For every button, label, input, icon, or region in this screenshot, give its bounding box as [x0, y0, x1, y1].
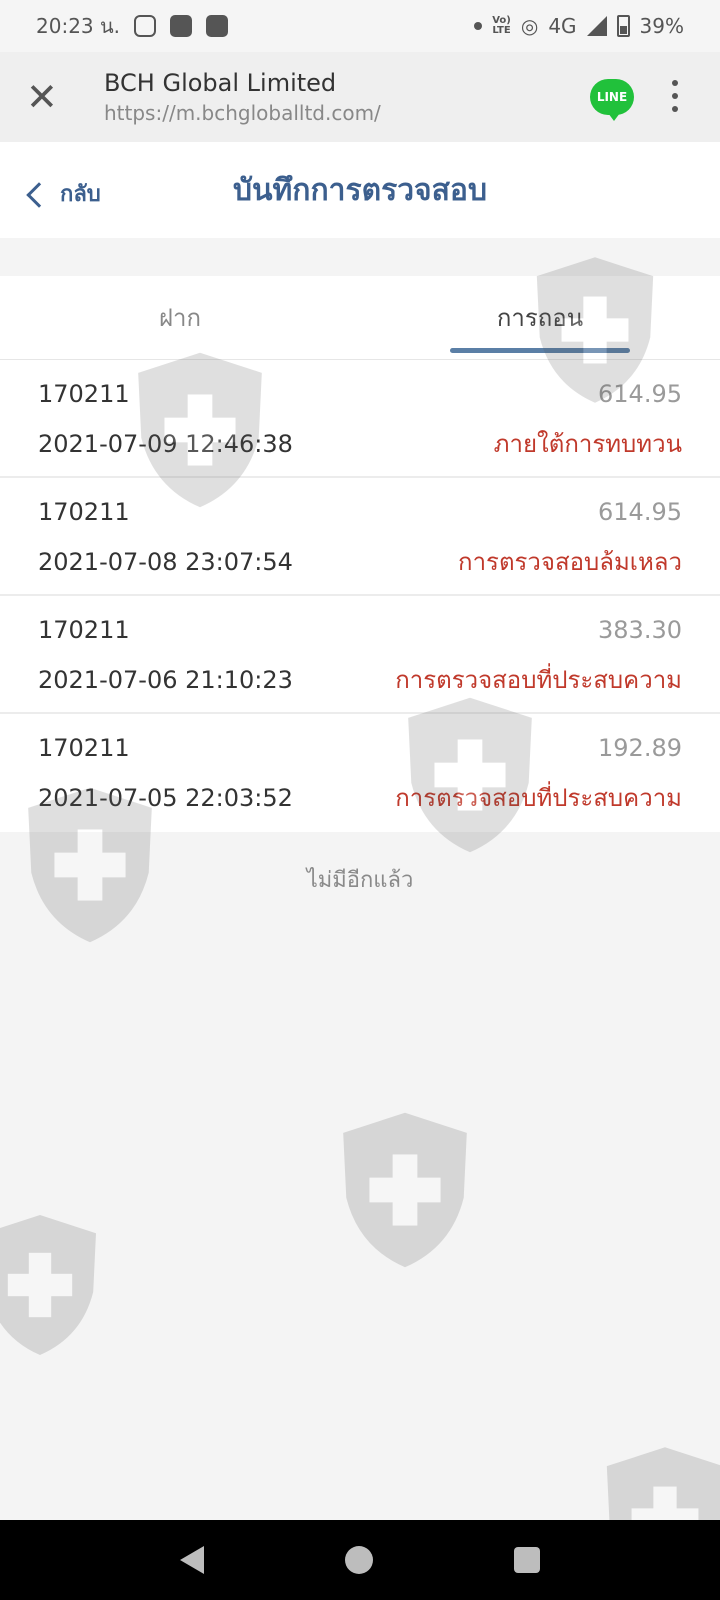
notification-dot-icon: [474, 22, 483, 30]
nav-back-icon[interactable]: [180, 1546, 205, 1574]
tab-deposit[interactable]: ฝาก: [0, 276, 360, 359]
record-amount: 614.95: [598, 498, 682, 526]
battery-icon: [616, 15, 630, 37]
list-item[interactable]: 170211 192.89 2021-07-05 22:03:52 การตรว…: [0, 714, 720, 832]
app-screen: 20:23 น. Vo) LTE ◎ 4G 39% ✕ BCH Global Li…: [0, 0, 720, 1600]
site-title: BCH Global Limited: [104, 69, 337, 97]
browser-bar: ✕ BCH Global Limited https://m.bchglobal…: [0, 52, 720, 142]
record-id: 170211: [38, 616, 130, 644]
tab-bar: ฝาก การถอน: [0, 276, 720, 360]
signal-icon: [586, 16, 607, 36]
chevron-left-icon: [26, 181, 52, 208]
volte-icon: Vo) LTE: [492, 16, 511, 36]
list-item[interactable]: 170211 614.95 2021-07-08 23:07:54 การตรว…: [0, 478, 720, 596]
record-id: 170211: [38, 734, 130, 762]
app-notification-icon: [170, 15, 193, 37]
list-item[interactable]: 170211 614.95 2021-07-09 12:46:38 ภายใต้…: [0, 360, 720, 478]
record-amount: 192.89: [598, 734, 682, 762]
records-list: 170211 614.95 2021-07-09 12:46:38 ภายใต้…: [0, 360, 720, 832]
shield-watermark-icon: [0, 1215, 96, 1355]
line-icon: LINE: [596, 90, 628, 104]
record-status: การตรวจสอบที่ประสบความ: [395, 666, 682, 694]
volte-bottom-text: LTE: [492, 25, 511, 36]
record-amount: 383.30: [598, 616, 682, 644]
shopping-bag-icon: [206, 15, 229, 37]
instagram-icon: [134, 15, 157, 37]
no-more-text: ไม่มีอีกแล้ว: [306, 868, 414, 893]
network-type: 4G: [548, 14, 577, 38]
more-options-icon[interactable]: [672, 80, 678, 119]
nav-recent-apps-icon[interactable]: [513, 1547, 540, 1573]
status-time: 20:23 น.: [36, 14, 121, 38]
hotspot-icon: ◎: [520, 14, 539, 38]
close-icon[interactable]: ✕: [26, 78, 76, 116]
back-label: กลับ: [60, 182, 101, 207]
page-title: บันทึกการตรวจสอบ: [232, 172, 487, 208]
record-id: 170211: [38, 380, 130, 408]
record-datetime: 2021-07-09 12:46:38: [38, 429, 293, 458]
record-id: 170211: [38, 498, 130, 526]
status-bar: 20:23 น. Vo) LTE ◎ 4G 39%: [0, 0, 720, 52]
tab-withdraw[interactable]: การถอน: [360, 276, 720, 359]
site-info: BCH Global Limited https://m.bchgloballt…: [104, 69, 381, 125]
record-status: การตรวจสอบที่ประสบความ: [395, 784, 682, 812]
record-status: ภายใต้การทบทวน: [493, 430, 682, 458]
line-share-button[interactable]: LINE: [590, 79, 634, 121]
record-amount: 614.95: [598, 380, 682, 408]
site-url: https://m.bchgloballtd.com/: [104, 101, 381, 125]
system-nav-bar: [0, 1520, 720, 1600]
shield-watermark-icon: [343, 1112, 467, 1268]
battery-percent: 39%: [639, 14, 684, 38]
record-status: การตรวจสอบล้มเหลว: [458, 548, 682, 576]
nav-home-icon[interactable]: [344, 1546, 373, 1574]
list-item[interactable]: 170211 383.30 2021-07-06 21:10:23 การตรว…: [0, 596, 720, 714]
record-datetime: 2021-07-06 21:10:23: [38, 665, 293, 694]
record-datetime: 2021-07-08 23:07:54: [38, 547, 293, 576]
back-button[interactable]: กลับ: [26, 176, 101, 211]
page-header: กลับ บันทึกการตรวจสอบ: [0, 142, 720, 238]
record-datetime: 2021-07-05 22:03:52: [38, 783, 293, 812]
